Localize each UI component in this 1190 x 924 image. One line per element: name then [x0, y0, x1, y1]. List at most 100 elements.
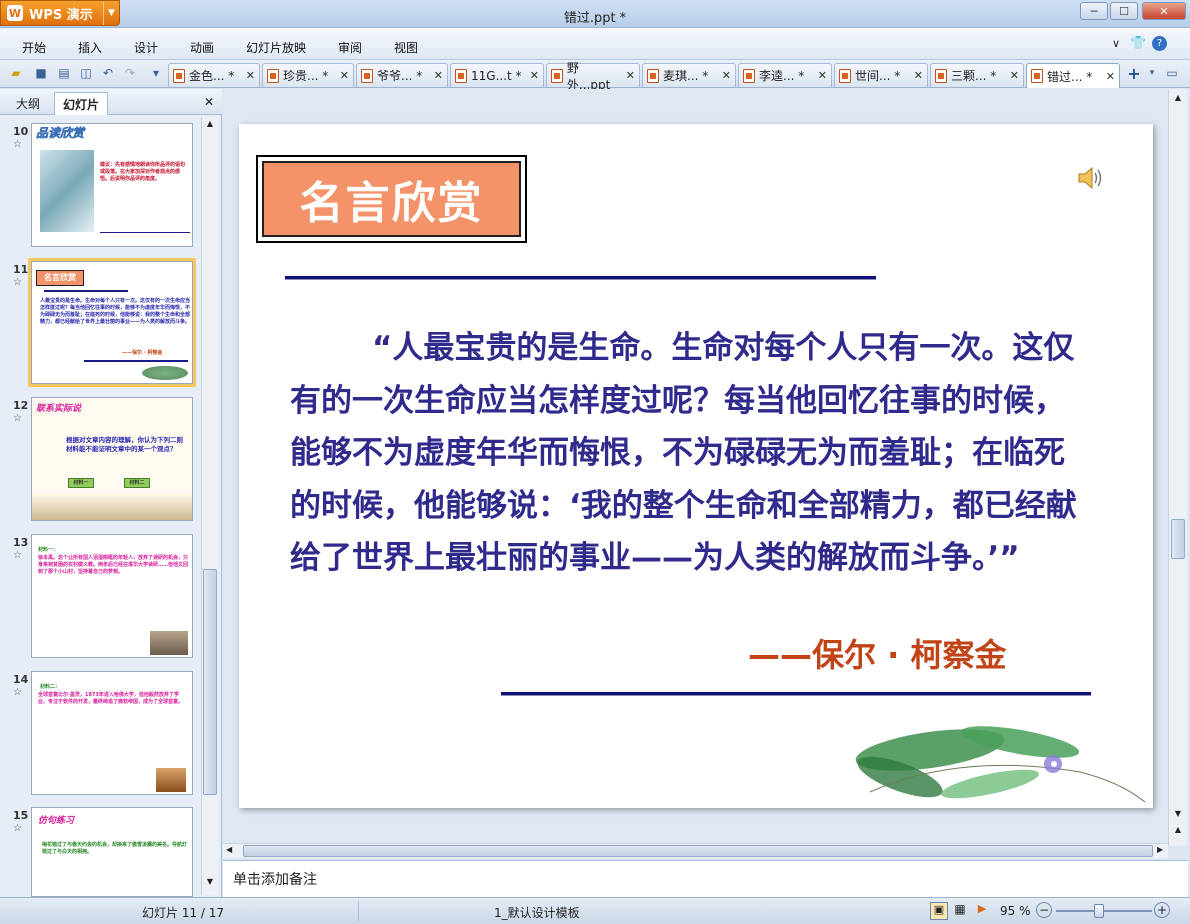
doc-tab[interactable]: 麦琪... * ✕ — [642, 63, 736, 87]
menu-review[interactable]: 审阅 — [338, 39, 362, 56]
doc-tab[interactable]: 金色... * ✕ — [168, 63, 260, 87]
ppt-file-icon — [935, 68, 947, 83]
menu-slideshow[interactable]: 幻灯片放映 — [246, 39, 306, 56]
doc-tab[interactable]: 李逵... * ✕ — [738, 63, 832, 87]
close-tab-icon[interactable]: ✕ — [818, 69, 827, 82]
quote-author[interactable]: ——保尔 · 柯察金 — [748, 630, 1006, 676]
thumbnail-text: 人最宝贵的是生命。生命对每个人只有一次。这仅有的一次生命应当怎样度过呢？每当他回… — [40, 298, 191, 325]
new-tab-icon[interactable]: + — [1126, 64, 1142, 83]
slide-thumbnail-14[interactable]: 14 ☆ 材料二： 全球首富比尔·盖茨，1973年进入哈佛大学，但他毅然放弃了学… — [6, 671, 198, 796]
close-tab-icon[interactable]: ✕ — [340, 69, 349, 82]
slide-sorter-icon[interactable]: ▦ — [951, 902, 969, 920]
ppt-file-icon — [1031, 69, 1043, 83]
wps-menu-button[interactable]: W WPS 演示 ▼ — [0, 0, 120, 26]
close-tab-icon[interactable]: ✕ — [626, 69, 635, 82]
scroll-down-icon[interactable]: ▼ — [1171, 809, 1185, 818]
scroll-up-icon[interactable]: ▲ — [203, 119, 217, 133]
close-tab-icon[interactable]: ✕ — [246, 69, 255, 82]
close-tab-icon[interactable]: ✕ — [530, 69, 539, 82]
doc-tab-label: 麦琪... * — [663, 69, 709, 83]
close-button[interactable]: ✕ — [1142, 2, 1186, 20]
thumbnail-photo — [150, 631, 188, 655]
customize-toolbar-icon[interactable]: ▾ — [148, 65, 164, 81]
quote-text[interactable]: “人最宝贵的是生命。生命对每个人只有一次。这仅有的一次生命应当怎样度过呢？每当他… — [290, 322, 1090, 585]
tab-outline[interactable]: 大纲 — [8, 92, 48, 115]
thumbnail-photo — [156, 768, 186, 792]
thumbnail-text: 全球首富比尔·盖茨，1973年进入哈佛大学，但他毅然放弃了学业，专注于软件的开发… — [38, 692, 184, 705]
notes-pane[interactable]: 单击添加备注 — [223, 860, 1188, 897]
slide-thumbnail-13[interactable]: 13 ☆ 材料一： 徐本禹。这个让所有国人泪湿眼眶的年轻人，放弃了读研的机会，只… — [6, 534, 198, 659]
doc-tab[interactable]: 三颗... * ✕ — [930, 63, 1024, 87]
transition-star-icon: ☆ — [13, 823, 22, 834]
slide-thumbnail-12[interactable]: 12 ☆ 联系实际说 根据对文章内容的理解，你认为下列二则材料能不能证明文章中的… — [6, 397, 198, 522]
doc-tab[interactable]: 世间... * ✕ — [834, 63, 928, 87]
menu-animation[interactable]: 动画 — [190, 39, 214, 56]
zoom-slider-track[interactable] — [1056, 910, 1152, 912]
horizontal-scrollbar[interactable]: ◀ ▶ — [223, 843, 1168, 858]
scroll-down-icon[interactable]: ▼ — [203, 877, 217, 891]
thumbnail-title: 名言欣赏 — [36, 270, 84, 286]
slideshow-view-icon[interactable]: ▶ — [973, 902, 991, 920]
zoom-slider-thumb[interactable] — [1094, 904, 1104, 918]
scroll-left-icon[interactable]: ◀ — [226, 845, 232, 854]
status-bar: 幻灯片 11 / 17 1_默认设计模板 ▣ ▦ ▶ 95 % − + — [0, 897, 1190, 924]
doc-tab[interactable]: 野外...ppt ✕ — [546, 61, 640, 92]
help-icon[interactable]: ? — [1152, 36, 1167, 51]
slide-thumbnail-10[interactable]: 10 ☆ 品读欣赏 建议：先有感情地朗读你所品评的语句或段落。在大家加深对作者观… — [6, 123, 198, 248]
tab-slides[interactable]: 幻灯片 — [54, 92, 109, 115]
slide-thumbnail-15[interactable]: 15 ☆ 仿句练习 梅花错过了与春天约会的机会，却换来了傲雪凌霜的美名。导航灯错… — [6, 807, 198, 897]
thumbnail-text: 徐本禹。这个让所有国人泪湿眼眶的年轻人，放弃了读研的机会，只身来到贫困的农村做义… — [38, 555, 189, 575]
close-tab-icon[interactable]: ✕ — [1106, 70, 1115, 83]
speaker-icon[interactable] — [1076, 163, 1106, 193]
minimize-button[interactable]: ─ — [1080, 2, 1108, 20]
zoom-level[interactable]: 95 % — [1000, 904, 1031, 918]
maximize-button[interactable]: ☐ — [1110, 2, 1138, 20]
slide-title-box[interactable]: 名言欣赏 — [256, 155, 527, 243]
menu-design[interactable]: 设计 — [134, 39, 158, 56]
doc-tab[interactable]: 珍贵... * ✕ — [262, 63, 354, 87]
menu-view[interactable]: 视图 — [394, 39, 418, 56]
slide-count: 幻灯片 11 / 17 — [142, 906, 225, 920]
scroll-thumb[interactable] — [243, 845, 1153, 857]
ppt-file-icon — [455, 68, 467, 83]
doc-tab-label: 野外...ppt — [566, 60, 611, 92]
close-tab-icon[interactable]: ✕ — [434, 69, 443, 82]
close-panel-icon[interactable]: ✕ — [204, 95, 214, 109]
scroll-right-icon[interactable]: ▶ — [1157, 845, 1163, 854]
zoom-in-icon[interactable]: + — [1154, 902, 1170, 918]
transition-star-icon: ☆ — [13, 413, 22, 424]
ppt-file-icon — [267, 68, 279, 83]
menu-home[interactable]: 开始 — [22, 39, 46, 56]
menu-insert[interactable]: 插入 — [78, 39, 102, 56]
prev-slide-icon[interactable]: ▲ — [1171, 825, 1185, 834]
normal-view-icon[interactable]: ▣ — [930, 902, 948, 920]
scroll-up-icon[interactable]: ▲ — [1171, 93, 1185, 102]
close-tab-icon[interactable]: ✕ — [914, 69, 923, 82]
vertical-scrollbar[interactable]: ▲ ▼ ▲ — [1168, 89, 1187, 846]
undo-icon[interactable]: ↶ — [100, 65, 116, 81]
doc-tab-active[interactable]: 错过... * ✕ — [1026, 63, 1120, 88]
panel-scrollbar[interactable]: ▲ ▼ — [201, 117, 218, 895]
thumbnail-preview: 仿句练习 梅花错过了与春天约会的机会，却换来了傲雪凌霜的美名。导航灯错过了与白天… — [31, 807, 193, 897]
thumbnail-preview: 品读欣赏 建议：先有感情地朗读你所品评的语句或段落。在大家加深对作者观点的感悟。… — [31, 123, 193, 247]
print-icon[interactable]: ▤ — [56, 65, 72, 81]
skin-icon[interactable]: 👕 — [1130, 36, 1146, 51]
wps-logo-icon: W — [7, 5, 23, 21]
close-tab-icon[interactable]: ✕ — [722, 69, 731, 82]
window-layout-icon[interactable]: ▭ — [1164, 65, 1180, 81]
scroll-thumb[interactable] — [203, 569, 217, 795]
thumbnail-preview: 名言欣赏 人最宝贵的是生命。生命对每个人只有一次。这仅有的一次生命应当怎样度过呢… — [28, 258, 196, 387]
redo-icon[interactable]: ↷ — [122, 65, 138, 81]
doc-tab[interactable]: 爷爷... * ✕ — [356, 63, 448, 87]
save-icon[interactable]: ■ — [33, 65, 49, 81]
tab-list-chevron-icon[interactable]: ▾ — [1144, 65, 1160, 81]
slide-thumbnail-11[interactable]: 11 ☆ 名言欣赏 人最宝贵的是生命。生命对每个人只有一次。这仅有的一次生命应当… — [6, 258, 198, 387]
close-tab-icon[interactable]: ✕ — [1010, 69, 1019, 82]
print-preview-icon[interactable]: ◫ — [78, 65, 94, 81]
thumbnail-author: ——保尔 · 柯察金 — [122, 350, 163, 356]
doc-tab[interactable]: 11G...t * ✕ — [450, 63, 544, 87]
scroll-thumb[interactable] — [1171, 519, 1185, 559]
zoom-out-icon[interactable]: − — [1036, 902, 1052, 918]
open-icon[interactable]: ▰ — [8, 65, 24, 81]
ribbon-collapse-icon[interactable]: ∨ — [1112, 37, 1120, 50]
